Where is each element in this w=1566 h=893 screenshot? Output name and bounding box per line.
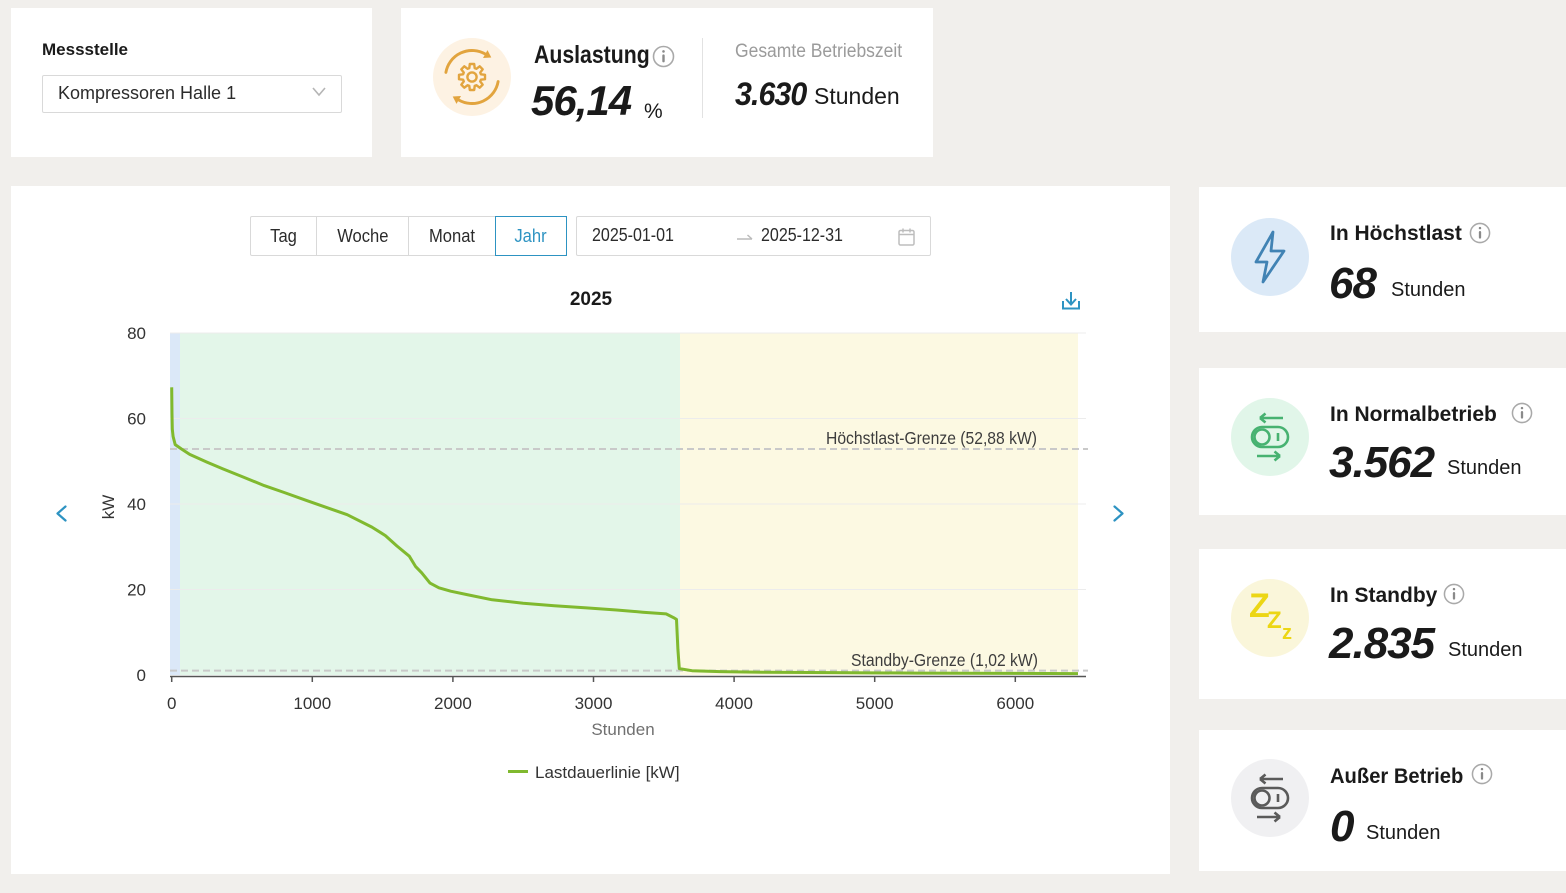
svg-text:1000: 1000 (293, 694, 331, 713)
svg-text:80: 80 (127, 324, 146, 343)
svg-text:Stunden: Stunden (591, 720, 654, 739)
svg-text:6000: 6000 (996, 694, 1034, 713)
svg-text:4000: 4000 (715, 694, 753, 713)
svg-text:Lastdauerlinie [kW]: Lastdauerlinie [kW] (535, 763, 680, 782)
svg-text:3000: 3000 (575, 694, 613, 713)
svg-text:20: 20 (127, 581, 146, 600)
svg-text:5000: 5000 (856, 694, 894, 713)
svg-text:0: 0 (137, 666, 146, 685)
svg-text:40: 40 (127, 495, 146, 514)
svg-text:60: 60 (127, 410, 146, 429)
svg-text:Standby-Grenze (1,02 kW): Standby-Grenze (1,02 kW) (851, 650, 1038, 670)
svg-text:kW: kW (99, 495, 118, 520)
svg-text:Höchstlast-Grenze (52,88 kW): Höchstlast-Grenze (52,88 kW) (826, 428, 1037, 448)
svg-text:0: 0 (167, 694, 176, 713)
svg-text:2025: 2025 (570, 289, 613, 310)
svg-text:2000: 2000 (434, 694, 472, 713)
